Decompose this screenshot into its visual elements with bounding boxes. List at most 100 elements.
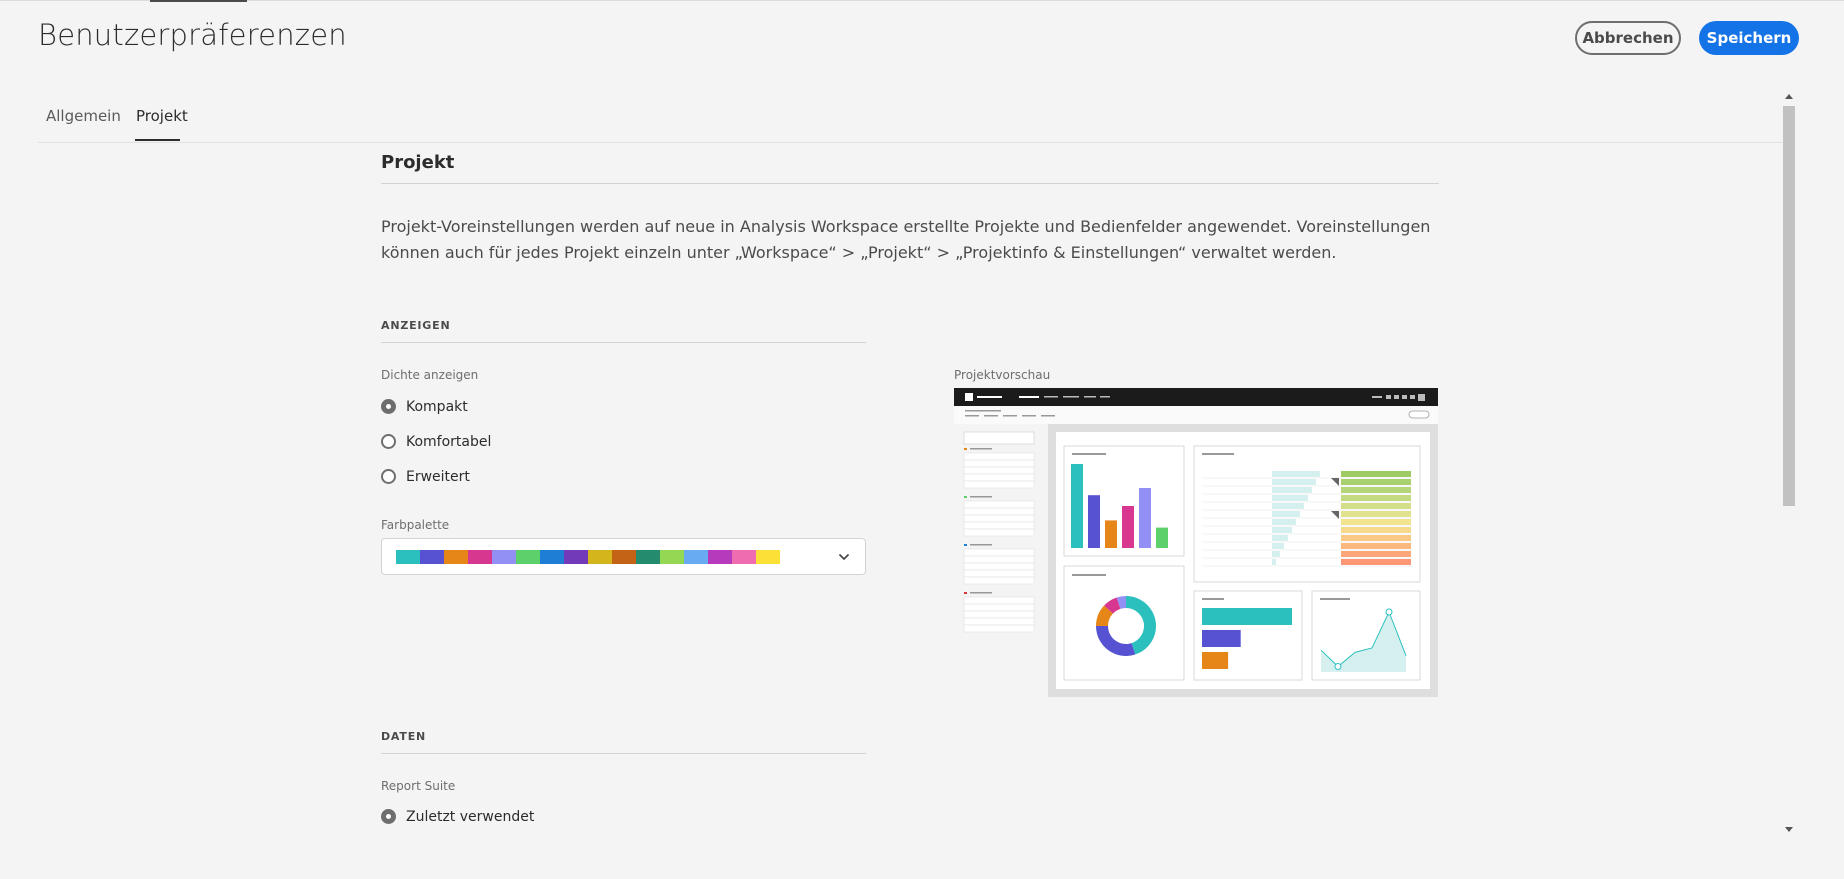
preview-table-bar xyxy=(1272,479,1316,485)
palette-swatch xyxy=(636,550,660,564)
preview-table-bar xyxy=(1272,559,1276,565)
palette-label: Farbpalette xyxy=(381,518,450,532)
data-heading: DATEN xyxy=(381,730,866,754)
section-description: Projekt-Voreinstellungen werden auf neue… xyxy=(381,217,1431,262)
preview-hbar xyxy=(1202,630,1241,647)
scroll-thumb[interactable] xyxy=(1783,106,1795,506)
chevron-down-icon xyxy=(839,554,849,560)
density-radio-group: Kompakt Komfortabel Erweitert xyxy=(381,389,866,494)
top-indicator xyxy=(150,0,247,2)
tab-projekt[interactable]: Projekt xyxy=(136,107,188,125)
palette-swatch xyxy=(612,550,636,564)
report-suite-label: Report Suite xyxy=(381,779,456,793)
radio-unchecked-icon xyxy=(381,469,396,484)
section-title: Projekt xyxy=(381,152,1439,184)
radio-kompakt[interactable]: Kompakt xyxy=(381,389,866,424)
rail-marker xyxy=(964,544,967,546)
palette-swatch xyxy=(420,550,444,564)
active-tab-indicator xyxy=(135,139,180,141)
preview-table-bar xyxy=(1272,519,1296,525)
display-heading: ANZEIGEN xyxy=(381,319,866,343)
radio-label: Erweitert xyxy=(406,468,470,485)
palette-swatch xyxy=(540,550,564,564)
report-suite-radio-group: Zuletzt verwendet xyxy=(381,799,866,834)
preview-heat-cell xyxy=(1341,503,1411,509)
palette-dropdown[interactable] xyxy=(381,538,866,575)
palette-field: Farbpalette xyxy=(381,518,866,532)
top-border xyxy=(0,0,1844,1)
palette-swatch xyxy=(468,550,492,564)
preview-bar xyxy=(1071,464,1083,548)
radio-unchecked-icon xyxy=(381,434,396,449)
palette-swatch xyxy=(660,550,684,564)
preview-table-bar xyxy=(1272,535,1288,541)
preview-heat-cell xyxy=(1341,495,1411,501)
preview-table-bar xyxy=(1272,495,1308,501)
preview-heat-cell xyxy=(1341,511,1411,517)
data-group: DATEN xyxy=(381,730,866,754)
preview-label: Projektvorschau xyxy=(954,368,1051,382)
tab-allgemein[interactable]: Allgemein xyxy=(46,107,121,125)
preview-heat-cell xyxy=(1341,535,1411,541)
preview-bar xyxy=(1156,527,1168,548)
preview-line-point xyxy=(1334,663,1342,671)
preview-table-bar xyxy=(1272,471,1320,477)
preview-table-bar xyxy=(1272,551,1280,557)
radio-checked-icon xyxy=(381,399,396,414)
preview-heat-cell xyxy=(1341,527,1411,533)
palette-swatches xyxy=(396,550,780,564)
palette-swatch xyxy=(756,550,780,564)
rail-marker xyxy=(964,592,967,594)
save-button[interactable]: Speichern xyxy=(1699,21,1799,55)
preview-heat-cell xyxy=(1341,519,1411,525)
density-label: Dichte anzeigen xyxy=(381,368,479,382)
radio-label: Komfortabel xyxy=(406,433,492,450)
preview-table-bar xyxy=(1272,503,1304,509)
radio-komfortabel[interactable]: Komfortabel xyxy=(381,424,866,459)
preview-table-bar xyxy=(1272,511,1300,517)
palette-swatch xyxy=(492,550,516,564)
radio-zuletzt-verwendet[interactable]: Zuletzt verwendet xyxy=(381,799,866,834)
rail-marker xyxy=(964,448,967,450)
preview-heat-cell xyxy=(1341,551,1411,557)
radio-label: Zuletzt verwendet xyxy=(406,808,535,825)
preview-hbar xyxy=(1202,652,1229,669)
preview-heat-cell xyxy=(1341,479,1411,485)
rail-marker xyxy=(964,496,967,498)
palette-swatch xyxy=(444,550,468,564)
preview-table-bar xyxy=(1272,527,1292,533)
preview-bar xyxy=(1105,520,1117,548)
preview-heat-cell xyxy=(1341,559,1411,565)
scroll-down-arrow-icon[interactable] xyxy=(1785,827,1793,832)
radio-erweitert[interactable]: Erweitert xyxy=(381,459,866,494)
palette-swatch xyxy=(396,550,420,564)
palette-swatch xyxy=(732,550,756,564)
palette-swatch xyxy=(564,550,588,564)
preview-heat-cell xyxy=(1341,471,1411,477)
preview-bar xyxy=(1139,488,1151,548)
project-section: Projekt Projekt-Voreinstellungen werden … xyxy=(381,152,1439,266)
report-suite-field: Report Suite xyxy=(381,779,866,793)
preview-hbar xyxy=(1202,608,1292,625)
palette-swatch xyxy=(708,550,732,564)
vertical-scrollbar[interactable] xyxy=(1782,92,1796,834)
radio-label: Kompakt xyxy=(406,398,468,415)
cancel-button[interactable]: Abbrechen xyxy=(1575,21,1681,55)
palette-swatch xyxy=(516,550,540,564)
palette-swatch xyxy=(588,550,612,564)
preview-logo-icon xyxy=(965,393,973,401)
palette-swatch xyxy=(684,550,708,564)
page-title: Benutzerpräferenzen xyxy=(38,18,347,52)
preview-heat-cell xyxy=(1341,487,1411,493)
scroll-up-arrow-icon[interactable] xyxy=(1785,94,1793,99)
tab-bar: Allgemein Projekt xyxy=(38,100,1782,143)
preview-heat-cell xyxy=(1341,543,1411,549)
preview-bar xyxy=(1088,495,1100,548)
display-group: ANZEIGEN xyxy=(381,319,866,343)
preview-line-point xyxy=(1385,608,1393,616)
radio-checked-icon xyxy=(381,809,396,824)
preview-table-bar xyxy=(1272,487,1312,493)
preview-table-bar xyxy=(1272,543,1284,549)
density-field: Dichte anzeigen xyxy=(381,368,866,382)
project-preview-image xyxy=(954,388,1438,697)
